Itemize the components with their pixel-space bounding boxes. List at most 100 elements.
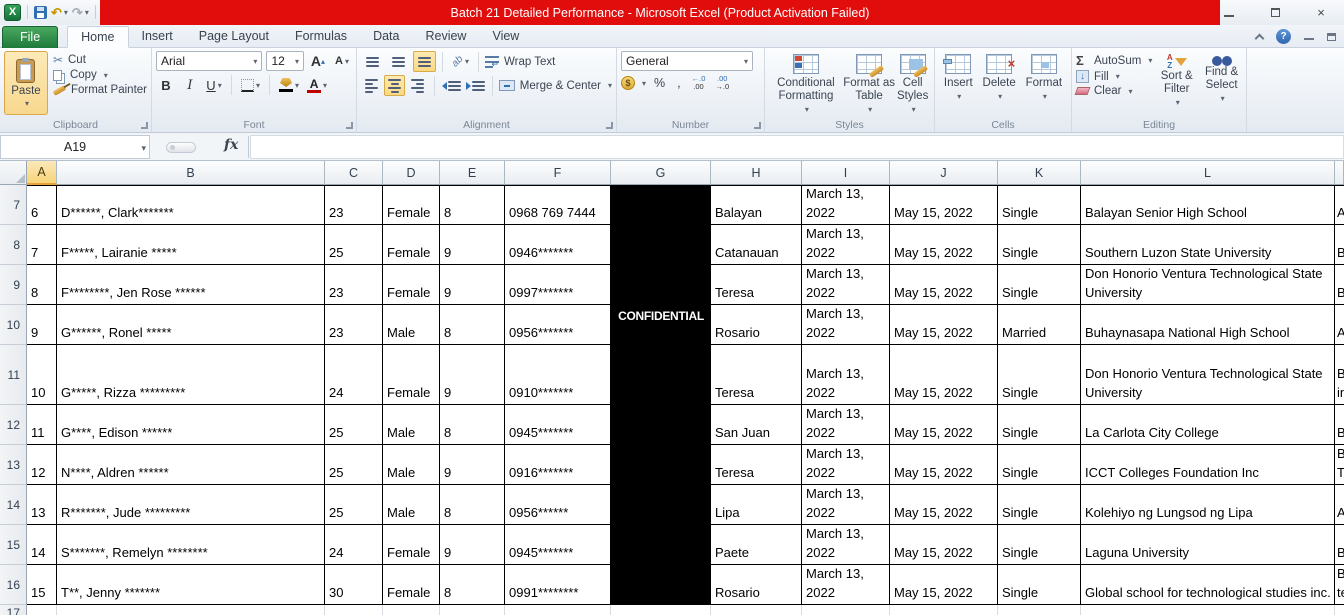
row-header-7[interactable]: 7 bbox=[0, 185, 27, 225]
cell-H10[interactable]: Rosario bbox=[711, 305, 802, 345]
row-header-13[interactable]: 13 bbox=[0, 445, 27, 485]
merge-center-button[interactable]: Merge & Center ▾ bbox=[498, 80, 612, 92]
cell-E11[interactable]: 9 bbox=[440, 345, 505, 405]
fill-color-button[interactable]: ▾ bbox=[277, 75, 301, 95]
cell-E13[interactable]: 9 bbox=[440, 445, 505, 485]
cell-B7[interactable]: D******, Clark******* bbox=[57, 185, 325, 225]
redacted-cell[interactable] bbox=[611, 265, 711, 305]
cell-D14[interactable]: Male bbox=[383, 485, 440, 525]
cell-B10[interactable]: G******, Ronel ***** bbox=[57, 305, 325, 345]
cell-F16[interactable]: 0991******** bbox=[505, 565, 611, 605]
cell-E9[interactable]: 9 bbox=[440, 265, 505, 305]
column-header-B[interactable]: B bbox=[57, 161, 325, 185]
autosum-button[interactable]: Σ AutoSum ▾ bbox=[1076, 53, 1152, 68]
decrease-decimal-button[interactable]: .00 →.0 bbox=[712, 75, 732, 91]
cell-C8[interactable]: 25 bbox=[325, 225, 383, 265]
cell-E8[interactable]: 9 bbox=[440, 225, 505, 265]
redacted-cell[interactable] bbox=[611, 565, 711, 605]
cell-H14[interactable]: Lipa bbox=[711, 485, 802, 525]
clear-button[interactable]: Clear ▾ bbox=[1074, 85, 1152, 97]
cell-K10[interactable]: Married bbox=[998, 305, 1081, 345]
column-header-F[interactable]: F bbox=[505, 161, 611, 185]
cell-M8[interactable]: B bbox=[1335, 225, 1344, 265]
cell-C12[interactable]: 25 bbox=[325, 405, 383, 445]
cell-M11[interactable]: B in bbox=[1335, 345, 1344, 405]
cell-I13[interactable]: March 13, 2022 bbox=[802, 445, 890, 485]
cell-M17[interactable] bbox=[1335, 605, 1344, 615]
align-left-button[interactable] bbox=[361, 75, 381, 96]
cell-C10[interactable]: 23 bbox=[325, 305, 383, 345]
cell-J7[interactable]: May 15, 2022 bbox=[890, 185, 998, 225]
cell-A8[interactable]: 7 bbox=[27, 225, 57, 265]
cell-K17[interactable] bbox=[998, 605, 1081, 615]
close-button[interactable]: × bbox=[1298, 5, 1344, 20]
cell-L10[interactable]: Buhaynasapa National High School bbox=[1081, 305, 1335, 345]
cell-F15[interactable]: 0945******* bbox=[505, 525, 611, 565]
percent-style-button[interactable]: % bbox=[650, 76, 669, 90]
column-header-K[interactable]: K bbox=[998, 161, 1081, 185]
cell-M10[interactable]: A bbox=[1335, 305, 1344, 345]
row-header-12[interactable]: 12 bbox=[0, 405, 27, 445]
column-header-G[interactable]: G bbox=[611, 161, 711, 185]
cell-L12[interactable]: La Carlota City College bbox=[1081, 405, 1335, 445]
cell-J16[interactable]: May 15, 2022 bbox=[890, 565, 998, 605]
sort-filter-button[interactable]: AZ Sort & Filter ▾ bbox=[1156, 51, 1197, 117]
borders-button[interactable]: ▾ bbox=[239, 75, 262, 95]
cell-B12[interactable]: G****, Edison ****** bbox=[57, 405, 325, 445]
cell-F13[interactable]: 0916******* bbox=[505, 445, 611, 485]
cell-K15[interactable]: Single bbox=[998, 525, 1081, 565]
cell-E17[interactable] bbox=[440, 605, 505, 615]
cell-J8[interactable]: May 15, 2022 bbox=[890, 225, 998, 265]
cell-J11[interactable]: May 15, 2022 bbox=[890, 345, 998, 405]
cell-H11[interactable]: Teresa bbox=[711, 345, 802, 405]
cell-F7[interactable]: 0968 769 7444 bbox=[505, 185, 611, 225]
row-header-14[interactable]: 14 bbox=[0, 485, 27, 525]
row-header-17[interactable]: 17 bbox=[0, 605, 27, 615]
cell-H9[interactable]: Teresa bbox=[711, 265, 802, 305]
orientation-button[interactable]: ab ▾ bbox=[449, 51, 472, 72]
column-header-J[interactable]: J bbox=[890, 161, 998, 185]
cell-F8[interactable]: 0946******* bbox=[505, 225, 611, 265]
redacted-cell[interactable] bbox=[611, 485, 711, 525]
cut-button[interactable]: ✂ Cut bbox=[53, 54, 147, 66]
cell-L16[interactable]: Global school for technological studies … bbox=[1081, 565, 1335, 605]
cell-E14[interactable]: 8 bbox=[440, 485, 505, 525]
cell-D10[interactable]: Male bbox=[383, 305, 440, 345]
cell-F12[interactable]: 0945******* bbox=[505, 405, 611, 445]
column-header-I[interactable]: I bbox=[802, 161, 890, 185]
find-select-button[interactable]: Find & Select ▾ bbox=[1201, 51, 1242, 117]
workbook-restore-icon[interactable] bbox=[1327, 32, 1336, 41]
cell-L9[interactable]: Don Honorio Ventura Technological State … bbox=[1081, 265, 1335, 305]
underline-button[interactable]: U ▾ bbox=[204, 75, 224, 95]
redacted-cell[interactable] bbox=[611, 405, 711, 445]
cell-F11[interactable]: 0910******* bbox=[505, 345, 611, 405]
increase-indent-button[interactable] bbox=[465, 75, 486, 96]
cell-H16[interactable]: Rosario bbox=[711, 565, 802, 605]
row-header-16[interactable]: 16 bbox=[0, 565, 27, 605]
cell-J14[interactable]: May 15, 2022 bbox=[890, 485, 998, 525]
row-header-9[interactable]: 9 bbox=[0, 265, 27, 305]
shrink-font-button[interactable]: A ▾ bbox=[332, 51, 352, 71]
cell-L17[interactable] bbox=[1081, 605, 1335, 615]
cell-C9[interactable]: 23 bbox=[325, 265, 383, 305]
cell-C16[interactable]: 30 bbox=[325, 565, 383, 605]
increase-decimal-button[interactable]: ←.0.00 bbox=[689, 75, 709, 91]
cell-A14[interactable]: 13 bbox=[27, 485, 57, 525]
cell-D17[interactable] bbox=[383, 605, 440, 615]
cell-A17[interactable] bbox=[27, 605, 57, 615]
tab-formulas[interactable]: Formulas bbox=[282, 26, 360, 48]
bold-button[interactable]: B bbox=[156, 75, 176, 95]
cell-F17[interactable] bbox=[505, 605, 611, 615]
row-header-8[interactable]: 8 bbox=[0, 225, 27, 265]
redacted-cell[interactable] bbox=[611, 225, 711, 265]
tab-home[interactable]: Home bbox=[67, 26, 129, 48]
cell-E7[interactable]: 8 bbox=[440, 185, 505, 225]
italic-button[interactable]: I bbox=[180, 75, 200, 95]
cell-E12[interactable]: 8 bbox=[440, 405, 505, 445]
conditional-formatting-button[interactable]: Conditional Formatting ▾ bbox=[769, 51, 843, 117]
cell-F14[interactable]: 0956****** bbox=[505, 485, 611, 525]
format-painter-button[interactable]: Format Painter bbox=[52, 84, 147, 96]
number-dialog-launcher[interactable] bbox=[754, 122, 761, 129]
cell-I17[interactable] bbox=[802, 605, 890, 615]
column-header-H[interactable]: H bbox=[711, 161, 802, 185]
